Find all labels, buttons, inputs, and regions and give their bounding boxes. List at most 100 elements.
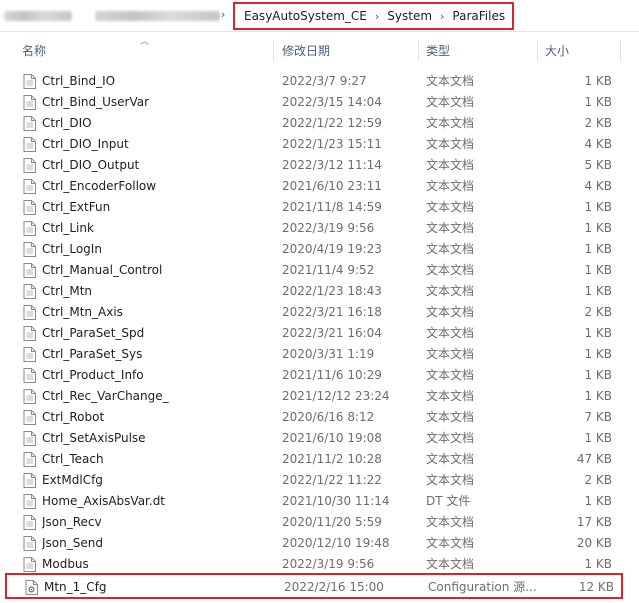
file-row[interactable]: Ctrl_Link 2022/3/19 9:56 文本文档 1 KB [0, 218, 639, 239]
text-file-icon [23, 179, 36, 194]
text-file-icon [23, 284, 36, 299]
file-name: Json_Recv [42, 515, 102, 529]
file-type: 文本文档 [426, 242, 475, 256]
file-type: 文本文档 [426, 200, 475, 214]
file-type: 文本文档 [426, 221, 475, 235]
file-row[interactable]: Ctrl_DIO_Input 2022/1/23 15:11 文本文档 4 KB [0, 134, 639, 155]
file-name: Ctrl_Mtn [42, 284, 93, 298]
column-divider[interactable] [273, 40, 274, 62]
file-row[interactable]: Json_Send 2020/12/10 19:48 文本文档 20 KB [0, 533, 639, 554]
file-size: 1 KB [584, 95, 612, 109]
file-size: 1 KB [584, 200, 612, 214]
file-row[interactable]: Home_AxisAbsVar.dt 2021/10/30 11:14 DT 文件 1… [0, 491, 639, 512]
file-type: 文本文档 [426, 473, 475, 487]
file-size: 17 KB [576, 515, 612, 529]
text-file-icon [23, 557, 36, 572]
file-type: 文本文档 [426, 263, 475, 277]
file-modified: 2021/11/6 10:29 [282, 368, 382, 382]
file-size: 1 KB [584, 347, 612, 361]
file-row[interactable]: Ctrl_Bind_IO 2022/3/7 9:27 文本文档 1 KB [0, 71, 639, 92]
text-file-icon [23, 74, 36, 89]
file-modified: 2020/4/19 19:23 [282, 242, 382, 256]
text-file-icon [23, 200, 36, 215]
file-row[interactable]: Ctrl_Product_Info 2021/11/6 10:29 文本文档 1 KB [0, 365, 639, 386]
text-file-icon [23, 116, 36, 131]
text-file-icon [23, 389, 36, 404]
file-row[interactable]: Ctrl_ParaSet_Sys 2020/3/31 1:19 文本文档 1 KB [0, 344, 639, 365]
chevron-right-icon[interactable]: › [440, 10, 444, 23]
file-modified: 2022/3/12 11:14 [282, 158, 382, 172]
file-row[interactable]: Ctrl_ExtFun 2021/11/8 14:59 文本文档 1 KB [0, 197, 639, 218]
breadcrumb-item[interactable]: System [387, 9, 432, 23]
file-name: Ctrl_DIO [42, 116, 92, 130]
file-type: 文本文档 [426, 557, 475, 571]
text-file-icon [23, 305, 36, 320]
file-modified: 2022/3/7 9:27 [282, 74, 367, 88]
file-size: 1 KB [584, 326, 612, 340]
text-file-icon [23, 452, 36, 467]
file-type: 文本文档 [426, 179, 475, 193]
file-size: 20 KB [576, 536, 612, 550]
column-header-type[interactable]: 类型 [426, 38, 450, 64]
file-row[interactable]: ExtMdlCfg 2022/1/22 11:22 文本文档 2 KB [0, 470, 639, 491]
file-size: 1 KB [584, 263, 612, 277]
file-size: 1 KB [584, 557, 612, 571]
file-row[interactable]: Ctrl_DIO_Output 2022/3/12 11:14 文本文档 5 KB [0, 155, 639, 176]
text-file-icon [23, 473, 36, 488]
file-row[interactable]: Ctrl_DIO 2022/1/22 12:59 文本文档 2 KB [0, 113, 639, 134]
file-list: Ctrl_Bind_IO 2022/3/7 9:27 文本文档 1 KB Ctrl_Bi… [0, 71, 639, 575]
text-file-icon [23, 431, 36, 446]
file-size: 5 KB [584, 158, 612, 172]
file-row[interactable]: Ctrl_Mtn_Axis 2022/3/21 16:18 文本文档 2 KB [0, 302, 639, 323]
breadcrumb-item[interactable]: EasyAutoSystem_CE [244, 9, 367, 23]
file-row[interactable]: Ctrl_EncoderFollow 2021/6/10 23:11 文本文档 4 K… [0, 176, 639, 197]
file-row[interactable]: Ctrl_Teach 2021/11/2 10:28 文本文档 47 KB [0, 449, 639, 470]
file-row[interactable]: Json_Recv 2020/11/20 5:59 文本文档 17 KB [0, 512, 639, 533]
file-type: 文本文档 [426, 389, 475, 403]
chevron-right-icon[interactable]: › [221, 8, 225, 21]
file-modified: 2020/6/16 8:12 [282, 410, 375, 424]
column-header-name[interactable]: 名称 [22, 38, 46, 64]
file-row[interactable]: Ctrl_Manual_Control 2021/11/4 9:52 文本文档 1 K… [0, 260, 639, 281]
file-type: 文本文档 [426, 347, 475, 361]
file-type: 文本文档 [426, 305, 475, 319]
column-divider[interactable] [537, 40, 538, 62]
file-name: Ctrl_DIO_Output [42, 158, 140, 172]
file-row[interactable]: Ctrl_Bind_UserVar 2022/3/15 14:04 文本文档 1 KB [0, 92, 639, 113]
file-row[interactable]: Ctrl_SetAxisPulse 2021/6/10 19:08 文本文档 1 KB [0, 428, 639, 449]
column-divider[interactable] [620, 40, 621, 62]
file-name: Ctrl_ParaSet_Spd [42, 326, 145, 340]
file-modified: 2022/3/19 9:56 [282, 557, 375, 571]
address-bar[interactable]: › EasyAutoSystem_CE › System › ParaFiles [0, 0, 639, 32]
chevron-right-icon[interactable]: › [375, 10, 379, 23]
file-modified: 2020/12/10 19:48 [282, 536, 390, 550]
file-row[interactable]: Ctrl_ParaSet_Spd 2022/3/21 16:04 文本文档 1 KB [0, 323, 639, 344]
file-type: 文本文档 [426, 95, 475, 109]
file-row[interactable]: Ctrl_LogIn 2020/4/19 19:23 文本文档 1 KB [0, 239, 639, 260]
file-size: 1 KB [584, 284, 612, 298]
sort-up-icon: ︿ [140, 37, 150, 47]
column-header-size[interactable]: 大小 [545, 38, 569, 64]
file-type: DT 文件 [426, 494, 471, 508]
column-divider[interactable] [418, 40, 419, 62]
file-type: 文本文档 [426, 536, 475, 550]
highlighted-row-container: Mtn_1_Cfg 2022/2/16 15:00 Configuration … [0, 573, 639, 599]
file-row[interactable]: Ctrl_Robot 2020/6/16 8:12 文本文档 7 KB [0, 407, 639, 428]
file-modified: 2021/11/4 9:52 [282, 263, 375, 277]
file-row-highlighted[interactable]: Mtn_1_Cfg 2022/2/16 15:00 Configuration … [5, 573, 623, 599]
text-file-icon [23, 242, 36, 257]
blurred-path-segment [95, 11, 220, 21]
file-name: Ctrl_Robot [42, 410, 105, 424]
file-row[interactable]: Modbus 2022/3/19 9:56 文本文档 1 KB [0, 554, 639, 575]
file-row[interactable]: Ctrl_Rec_VarChange_ 2021/12/12 23:24 文本文档 1… [0, 386, 639, 407]
text-file-icon [23, 410, 36, 425]
file-size: 1 KB [584, 431, 612, 445]
column-header-modified[interactable]: 修改日期 [282, 38, 330, 64]
text-file-icon [23, 494, 36, 509]
file-row[interactable]: Ctrl_Mtn 2022/1/23 18:43 文本文档 1 KB [0, 281, 639, 302]
text-file-icon [23, 95, 36, 110]
file-name: Ctrl_DIO_Input [42, 137, 129, 151]
file-modified: 2020/11/20 5:59 [282, 515, 382, 529]
breadcrumb-item[interactable]: ParaFiles [452, 9, 505, 23]
file-size: 4 KB [584, 179, 612, 193]
